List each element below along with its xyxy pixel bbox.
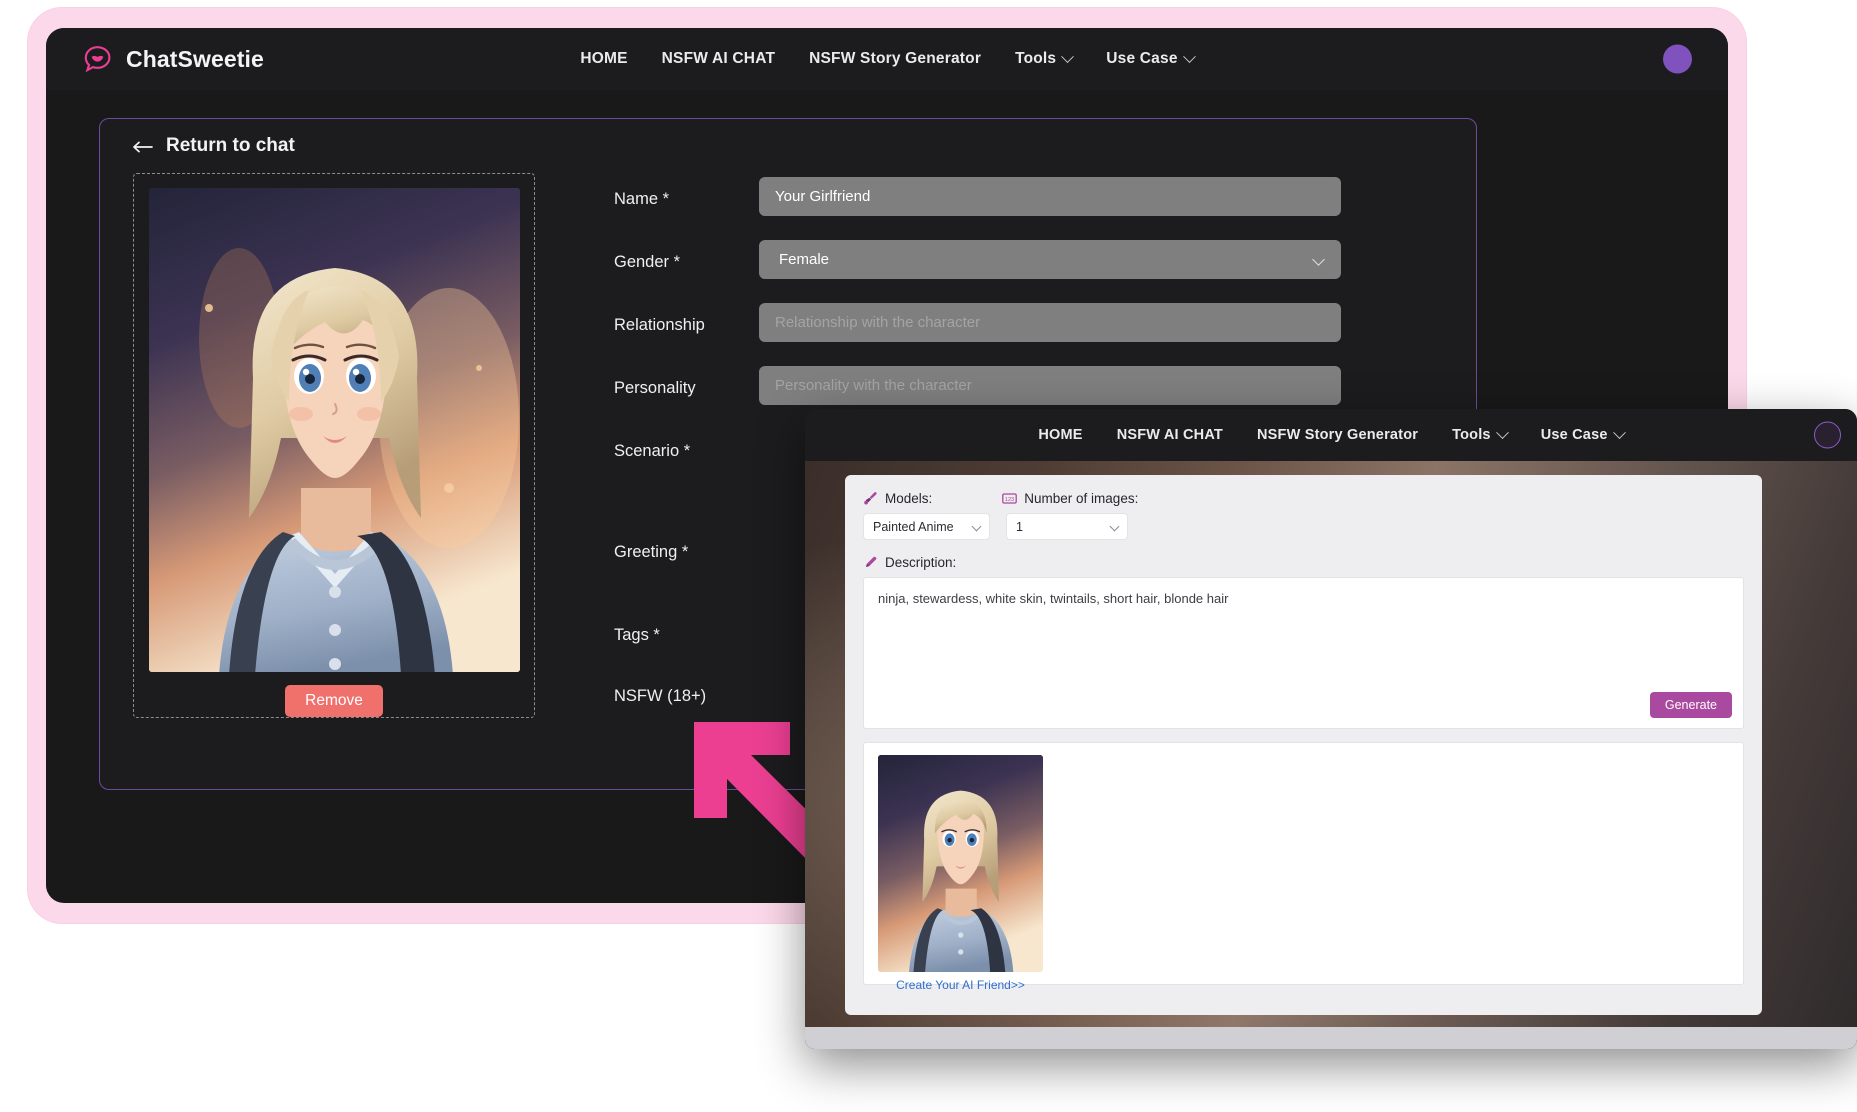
description-text: ninja, stewardess, white skin, twintails… bbox=[878, 591, 1229, 606]
avatar-icon[interactable] bbox=[1814, 421, 1841, 449]
form-row-relationship: Relationship Relationship with the chara… bbox=[614, 303, 1341, 342]
generator-panel: Models: 123 Number of images: Painted An… bbox=[845, 475, 1762, 1015]
avatar-icon[interactable] bbox=[1663, 44, 1692, 74]
gen-nav-link-use-case[interactable]: Use Case bbox=[1540, 425, 1626, 443]
gen-nav-link-home[interactable]: HOME bbox=[1038, 427, 1082, 443]
image-generator-window: HOME NSFW AI CHAT NSFW Story Generator T… bbox=[805, 409, 1857, 1049]
gender-select[interactable]: Female bbox=[759, 240, 1341, 279]
nav-link-tools-label: Tools bbox=[1015, 50, 1057, 67]
screenshot-root: ChatSweetie HOME NSFW AI CHAT NSFW Story… bbox=[0, 0, 1857, 1112]
models-select-value: Painted Anime bbox=[873, 519, 954, 534]
number-123-icon: 123 bbox=[1002, 491, 1018, 506]
brand-name: ChatSweetie bbox=[126, 45, 264, 72]
name-input[interactable]: Your Girlfriend bbox=[759, 177, 1341, 216]
nav-link-use-case-label: Use Case bbox=[1106, 50, 1178, 67]
label-scenario: Scenario * bbox=[614, 442, 691, 460]
chevron-down-icon bbox=[1612, 425, 1626, 439]
main-navbar: ChatSweetie HOME NSFW AI CHAT NSFW Story… bbox=[46, 28, 1728, 90]
chevron-down-icon bbox=[1312, 253, 1325, 266]
remove-image-button[interactable]: Remove bbox=[285, 685, 383, 717]
models-label: Models: bbox=[885, 491, 933, 506]
return-to-chat-button[interactable]: Return to chat bbox=[100, 119, 1476, 157]
label-greeting: Greeting * bbox=[614, 543, 689, 561]
form-row-personality: Personality Personality with the charact… bbox=[614, 366, 1341, 405]
nav-link-nsfw-story-generator[interactable]: NSFW Story Generator bbox=[809, 50, 981, 68]
relationship-input[interactable]: Relationship with the character bbox=[759, 303, 1341, 342]
pencil-icon bbox=[863, 555, 878, 570]
chevron-down-icon bbox=[1109, 521, 1120, 532]
gen-nav-link-nsfw-ai-chat[interactable]: NSFW AI CHAT bbox=[1117, 427, 1223, 443]
svg-text:123: 123 bbox=[1005, 497, 1014, 503]
gender-select-value: Female bbox=[779, 251, 830, 268]
generate-button[interactable]: Generate bbox=[1649, 692, 1732, 718]
number-of-images-label: Number of images: bbox=[1024, 491, 1139, 506]
label-tags: Tags * bbox=[614, 626, 660, 644]
chat-lips-icon bbox=[82, 44, 113, 75]
brand[interactable]: ChatSweetie bbox=[82, 44, 264, 75]
label-name: Name * bbox=[614, 190, 670, 208]
label-gender: Gender * bbox=[614, 253, 681, 271]
number-of-images-select[interactable]: 1 bbox=[1006, 513, 1128, 540]
generator-selects: Painted Anime 1 bbox=[863, 513, 1744, 540]
generator-background: Models: 123 Number of images: Painted An… bbox=[805, 461, 1857, 1049]
gen-nav-link-use-case-label: Use Case bbox=[1540, 427, 1608, 443]
description-textarea[interactable]: ninja, stewardess, white skin, twintails… bbox=[863, 577, 1744, 729]
window-footer-bar bbox=[805, 1027, 1857, 1049]
create-your-ai-friend-link[interactable]: Create Your AI Friend>> bbox=[878, 978, 1043, 992]
label-relationship: Relationship bbox=[614, 316, 705, 334]
form-row-gender: Gender * Female bbox=[614, 240, 1341, 279]
chevron-down-icon bbox=[1182, 49, 1196, 63]
paintbrush-icon bbox=[863, 491, 878, 506]
result-item: Create Your AI Friend>> bbox=[878, 755, 1043, 992]
character-image-panel: Remove bbox=[133, 173, 535, 718]
arrow-left-icon bbox=[133, 140, 153, 153]
generator-navbar: HOME NSFW AI CHAT NSFW Story Generator T… bbox=[805, 409, 1857, 461]
nav-links: HOME NSFW AI CHAT NSFW Story Generator T… bbox=[46, 49, 1728, 68]
description-label-group: Description: bbox=[863, 555, 1744, 570]
return-to-chat-label: Return to chat bbox=[166, 135, 295, 156]
nav-link-nsfw-ai-chat[interactable]: NSFW AI CHAT bbox=[662, 50, 775, 68]
number-of-images-select-value: 1 bbox=[1016, 519, 1023, 534]
character-portrait-image bbox=[148, 188, 520, 672]
chevron-down-icon bbox=[971, 521, 982, 532]
gen-nav-link-tools[interactable]: Tools bbox=[1452, 425, 1509, 443]
chevron-down-icon bbox=[1495, 425, 1509, 439]
models-select[interactable]: Painted Anime bbox=[863, 513, 990, 540]
number-of-images-label-group: 123 Number of images: bbox=[1002, 491, 1138, 506]
personality-input[interactable]: Personality with the character bbox=[759, 366, 1341, 405]
label-nsfw: NSFW (18+) bbox=[614, 687, 707, 705]
generated-anime-portrait[interactable] bbox=[878, 755, 1043, 972]
nav-link-use-case[interactable]: Use Case bbox=[1106, 49, 1196, 68]
chevron-down-icon bbox=[1061, 49, 1075, 63]
gen-nav-link-tools-label: Tools bbox=[1452, 427, 1491, 443]
description-label: Description: bbox=[885, 555, 957, 570]
generated-results: Create Your AI Friend>> bbox=[863, 742, 1744, 992]
nav-link-home[interactable]: HOME bbox=[580, 50, 627, 68]
generator-options-labels: Models: 123 Number of images: bbox=[863, 491, 1744, 506]
form-row-name: Name * Your Girlfriend bbox=[614, 177, 1341, 216]
models-label-group: Models: bbox=[863, 491, 932, 506]
label-personality: Personality bbox=[614, 379, 696, 397]
nav-link-tools[interactable]: Tools bbox=[1015, 49, 1075, 68]
gen-nav-link-nsfw-story-generator[interactable]: NSFW Story Generator bbox=[1257, 427, 1418, 443]
